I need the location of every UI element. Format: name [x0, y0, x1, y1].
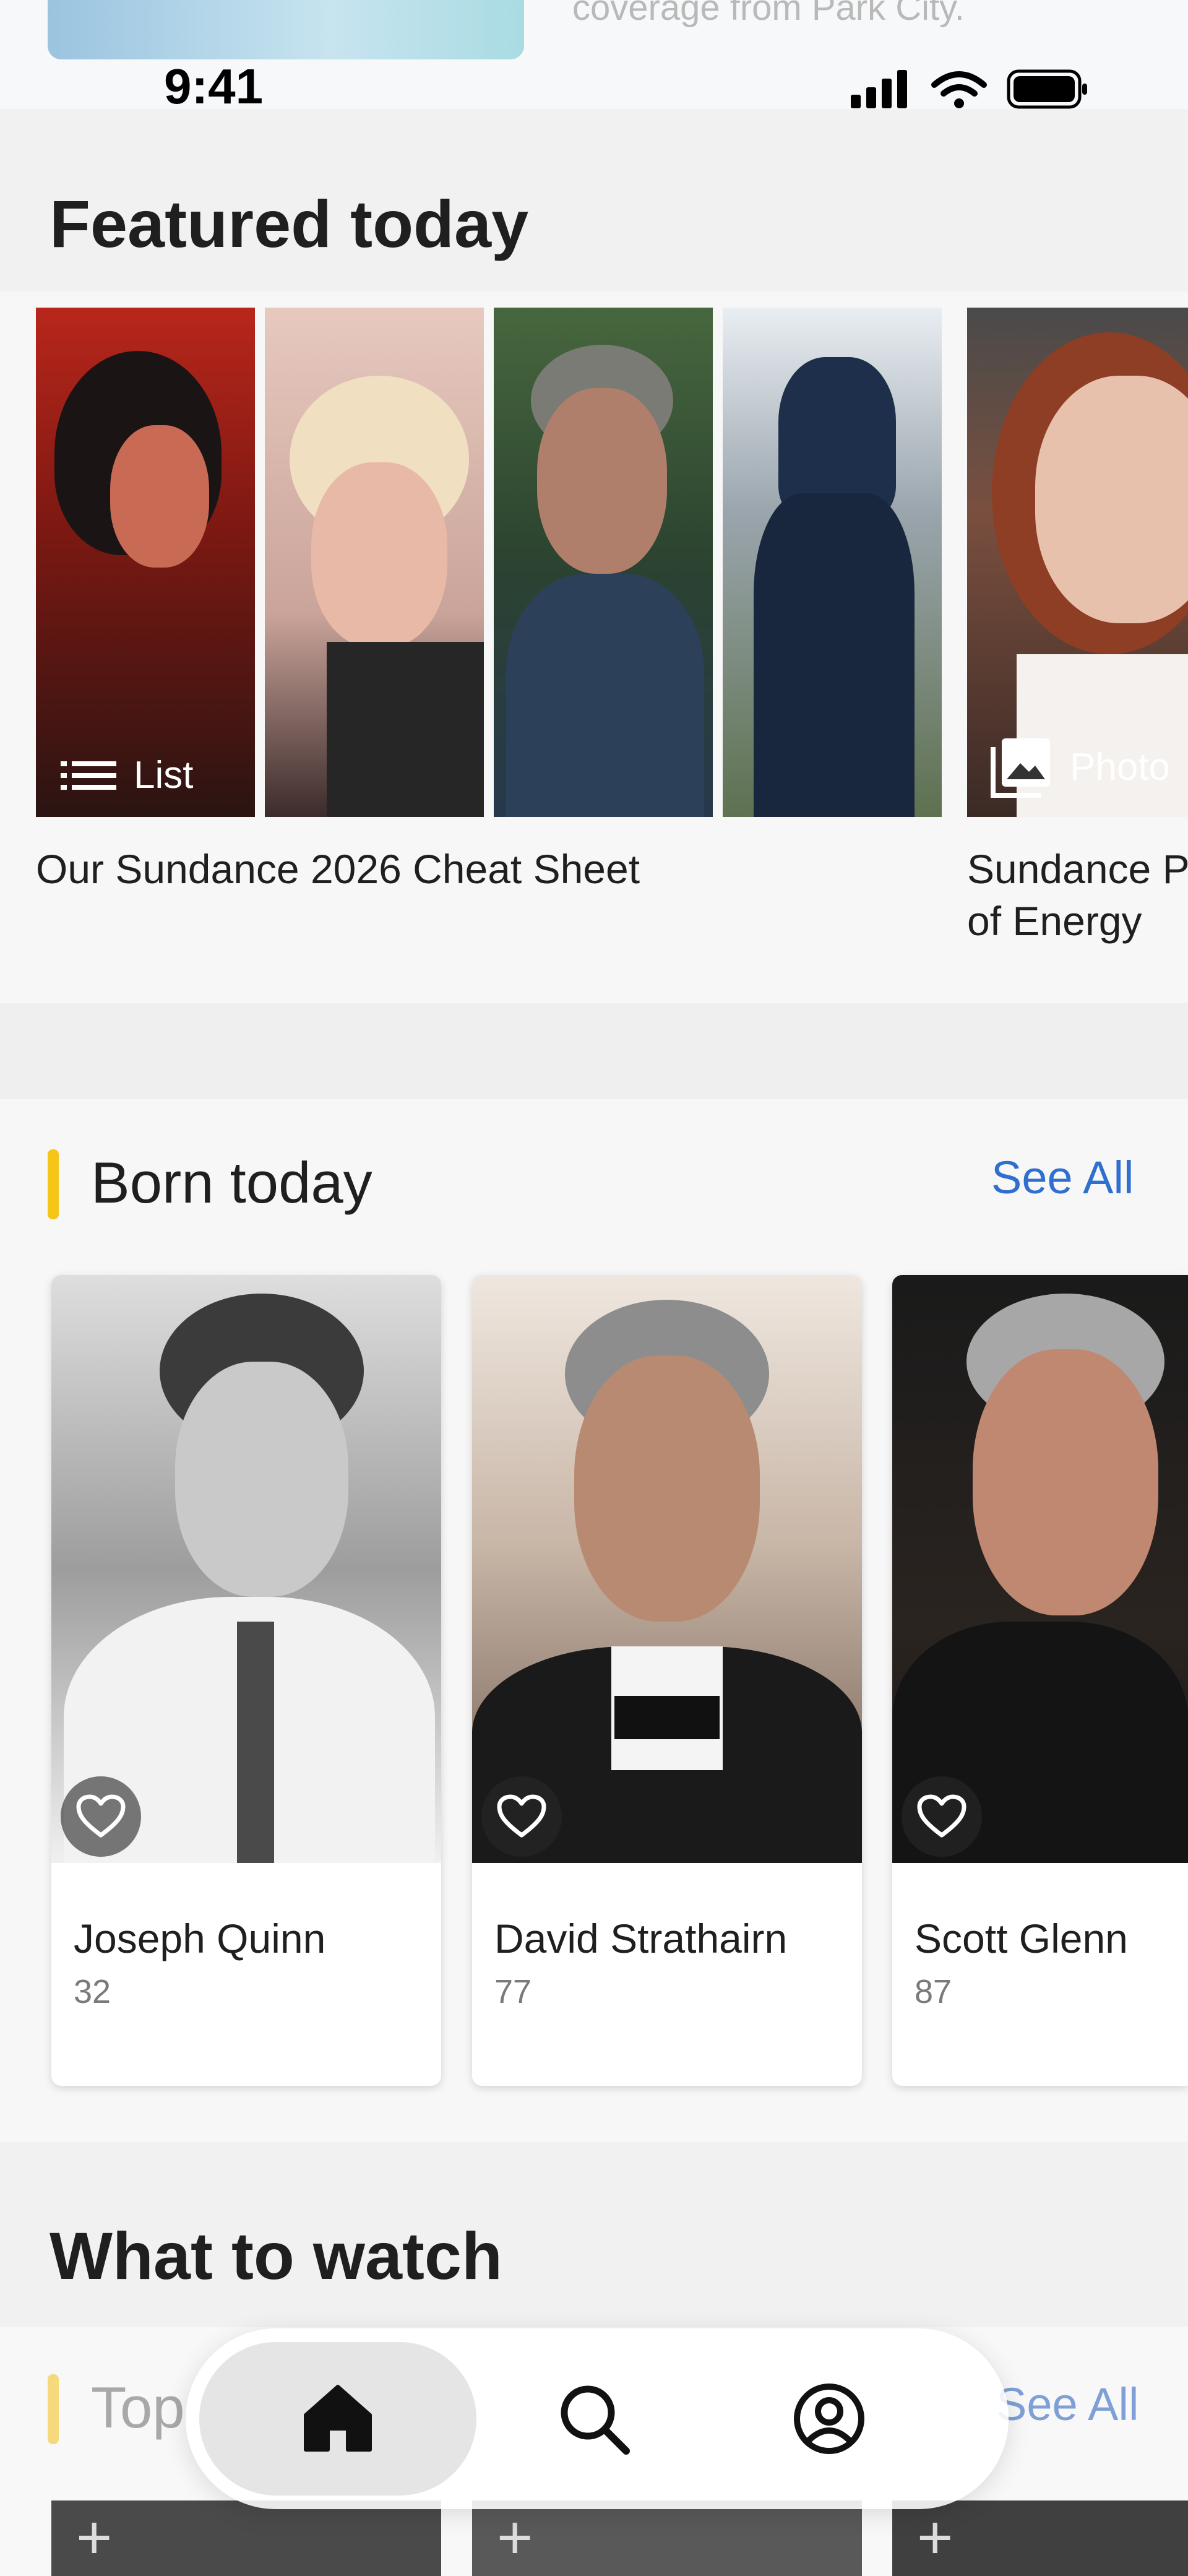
person-name: David Strathairn: [494, 1916, 788, 1961]
list-badge: List: [61, 753, 193, 797]
section-divider: [0, 1003, 1188, 1099]
favorite-button[interactable]: [481, 1776, 562, 1857]
peek-caption: coverage from Park City.: [572, 0, 965, 28]
photo-badge: Photo: [991, 736, 1170, 798]
add-watchlist-icon[interactable]: +: [917, 2507, 953, 2569]
wifi-icon: [931, 71, 987, 97]
favorite-button[interactable]: [61, 1776, 141, 1857]
top-list-title: Top: [91, 2375, 185, 2440]
person-photo: [51, 1275, 441, 1863]
person-name: Scott Glenn: [915, 1916, 1128, 1961]
heart-icon: [917, 1794, 966, 1838]
list-image-1: [36, 308, 255, 817]
list-image-4: [723, 308, 942, 817]
list-image-2: [265, 308, 484, 817]
list-badge-label: List: [134, 754, 194, 797]
featured-card-photo[interactable]: Photo: [967, 308, 1188, 817]
featured-caption-1[interactable]: Our Sundance 2026 Cheat Sheet: [36, 843, 902, 895]
what-to-watch-title: What to watch: [50, 2218, 502, 2293]
photo-badge-label: Photo: [1070, 745, 1171, 789]
section-accent-bar: [48, 2374, 59, 2444]
profile-icon: [794, 2384, 864, 2454]
person-photo: [892, 1275, 1188, 1863]
person-name: Joseph Quinn: [74, 1916, 326, 1961]
bottom-tab-bar: [186, 2328, 1009, 2509]
featured-caption-2[interactable]: Sundance P of Energy: [967, 843, 1188, 947]
battery-icon: [1007, 69, 1087, 109]
born-today-see-all[interactable]: See All: [991, 1150, 1134, 1206]
list-image-3: [494, 308, 713, 817]
person-age: 87: [915, 1973, 952, 2010]
poster-card[interactable]: +: [51, 2500, 441, 2576]
person-age: 77: [494, 1973, 532, 2010]
featured-card-list[interactable]: List: [36, 308, 943, 817]
signal-icon: [851, 70, 907, 108]
person-card[interactable]: Scott Glenn 87: [892, 1275, 1188, 2086]
tab-home[interactable]: [295, 2375, 381, 2462]
search-icon: [561, 2385, 630, 2455]
tab-profile[interactable]: [786, 2375, 872, 2462]
heart-icon: [497, 1794, 546, 1838]
tab-search[interactable]: [551, 2375, 637, 2462]
favorite-button[interactable]: [902, 1776, 982, 1857]
person-age: 32: [74, 1973, 111, 2010]
person-card[interactable]: David Strathairn 77: [472, 1275, 862, 2086]
top-list-see-all[interactable]: See All: [996, 2377, 1138, 2432]
add-watchlist-icon[interactable]: +: [497, 2507, 533, 2569]
list-icon: [61, 761, 116, 790]
person-photo: [472, 1275, 862, 1863]
status-icons: [851, 65, 1092, 112]
photo-icon: [991, 738, 1050, 798]
home-icon: [304, 2385, 372, 2452]
featured-title: Featured today: [50, 186, 529, 261]
born-today-title: Born today: [91, 1150, 372, 1215]
add-watchlist-icon[interactable]: +: [76, 2507, 112, 2569]
person-card[interactable]: Joseph Quinn 32: [51, 1275, 441, 2086]
poster-card[interactable]: +: [892, 2500, 1188, 2576]
heart-icon: [76, 1794, 126, 1838]
status-time: 9:41: [164, 59, 264, 114]
section-accent-bar: [48, 1149, 59, 1219]
peek-thumbnail[interactable]: [48, 0, 524, 59]
poster-card[interactable]: +: [472, 2500, 862, 2576]
